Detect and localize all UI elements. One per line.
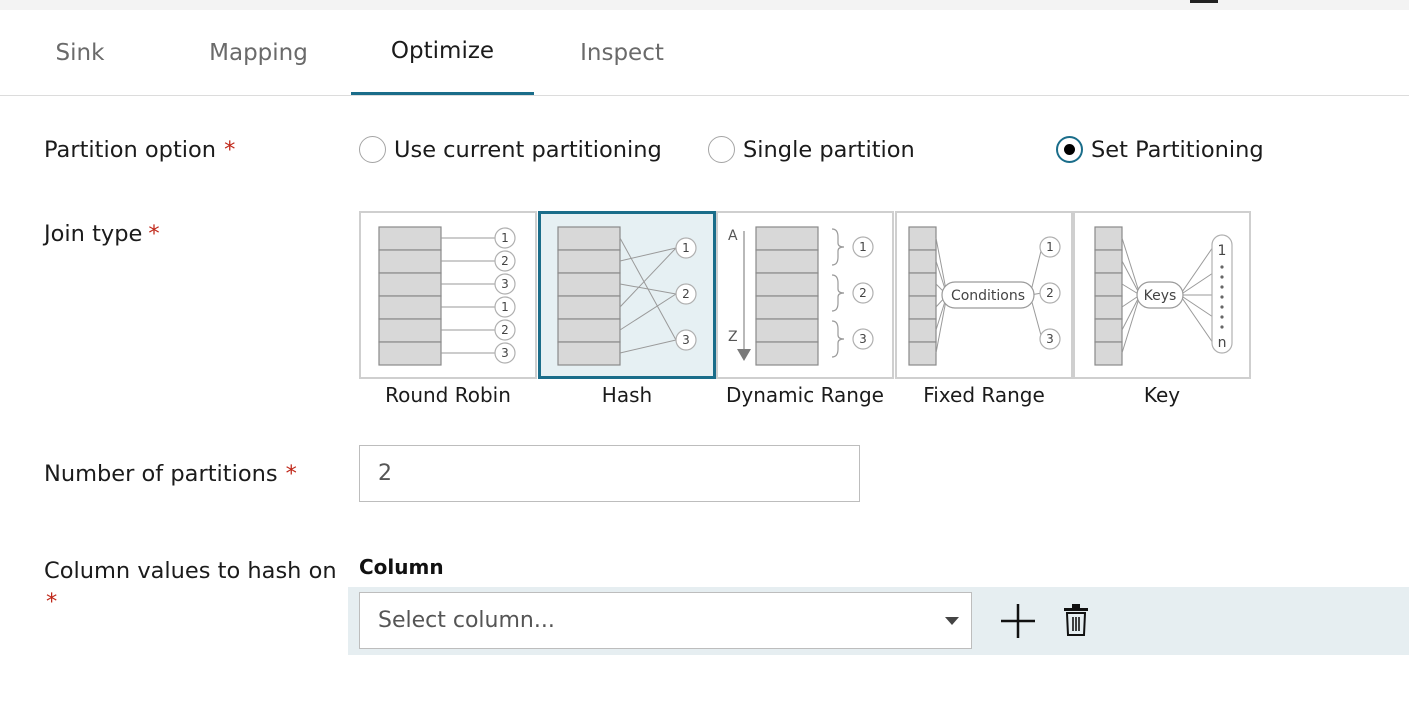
radio-circle-checked[interactable] [1056, 136, 1083, 163]
round-robin-diagram: 1 2 3 1 2 3 [378, 226, 516, 366]
svg-text:2: 2 [501, 254, 509, 268]
join-type-fixed-range[interactable]: Conditions 1 2 3 [895, 211, 1073, 379]
required-marker: * [46, 589, 58, 615]
svg-text:n: n [1218, 335, 1227, 351]
svg-text:1: 1 [1218, 243, 1227, 259]
join-type-label: Join type * [44, 221, 160, 247]
caret-down-icon [945, 617, 959, 625]
radio-set-partitioning[interactable]: Set Partitioning [1056, 136, 1264, 163]
svg-text:Keys: Keys [1144, 288, 1177, 304]
join-type-hash[interactable]: 1 2 3 [538, 211, 716, 379]
window-control-dash[interactable] [1190, 0, 1218, 3]
dynamic-range-label: Dynamic Range [726, 383, 884, 407]
svg-text:1: 1 [501, 231, 509, 245]
dynamic-range-diagram: A Z 1 2 3 [728, 226, 874, 366]
fixed-range-label: Fixed Range [923, 383, 1045, 407]
tab-optimize[interactable]: Optimize [351, 10, 534, 95]
svg-text:Conditions: Conditions [951, 288, 1025, 304]
number-of-partitions-label: Number of partitions * [44, 461, 297, 487]
radio-single-partition[interactable]: Single partition [708, 136, 915, 163]
svg-text:1: 1 [859, 240, 867, 254]
svg-text:2: 2 [501, 323, 509, 337]
trash-icon[interactable] [1063, 604, 1091, 642]
svg-text:3: 3 [501, 277, 509, 291]
svg-text:A: A [728, 228, 738, 244]
svg-text:Z: Z [728, 329, 738, 345]
required-marker: * [285, 461, 297, 487]
tab-mapping[interactable]: Mapping [190, 10, 327, 96]
fixed-range-diagram: Conditions 1 2 3 [908, 226, 1061, 366]
join-type-key[interactable]: Keys 1 n [1073, 211, 1251, 379]
number-of-partitions-input[interactable]: 2 [359, 445, 860, 502]
radio-label: Set Partitioning [1091, 136, 1264, 163]
radio-use-current-partitioning[interactable]: Use current partitioning [359, 136, 662, 163]
radio-circle[interactable] [708, 136, 735, 163]
partition-option-label: Partition option * [44, 137, 236, 163]
svg-text:2: 2 [682, 287, 690, 301]
svg-text:1: 1 [501, 300, 509, 314]
plus-icon[interactable] [998, 602, 1038, 646]
hash-diagram: 1 2 3 [557, 226, 697, 366]
svg-text:1: 1 [1046, 240, 1054, 254]
key-diagram: Keys 1 n [1094, 226, 1233, 366]
join-type-dynamic-range[interactable]: A Z 1 2 3 [716, 211, 894, 379]
radio-label: Single partition [743, 136, 915, 163]
round-robin-label: Round Robin [385, 383, 511, 407]
column-values-label: Column values to hash on * [44, 558, 337, 615]
tab-sink[interactable]: Sink [30, 10, 130, 96]
required-marker: * [148, 221, 160, 247]
column-select-placeholder: Select column... [378, 608, 555, 633]
column-select[interactable]: Select column... [359, 592, 972, 649]
required-marker: * [224, 137, 236, 163]
hash-label: Hash [601, 383, 653, 407]
svg-text:3: 3 [682, 333, 690, 347]
radio-label: Use current partitioning [394, 136, 662, 163]
svg-text:2: 2 [859, 286, 867, 300]
svg-text:1: 1 [682, 241, 690, 255]
tab-bar: Sink Mapping Optimize Inspect [0, 10, 1409, 96]
tab-inspect[interactable]: Inspect [560, 10, 684, 96]
column-header: Column [359, 555, 444, 579]
svg-text:2: 2 [1046, 286, 1054, 300]
svg-text:3: 3 [859, 332, 867, 346]
svg-text:3: 3 [1046, 332, 1054, 346]
radio-circle[interactable] [359, 136, 386, 163]
key-label: Key [1143, 383, 1181, 407]
join-type-round-robin[interactable]: 1 2 3 1 2 3 [359, 211, 537, 379]
svg-text:3: 3 [501, 346, 509, 360]
